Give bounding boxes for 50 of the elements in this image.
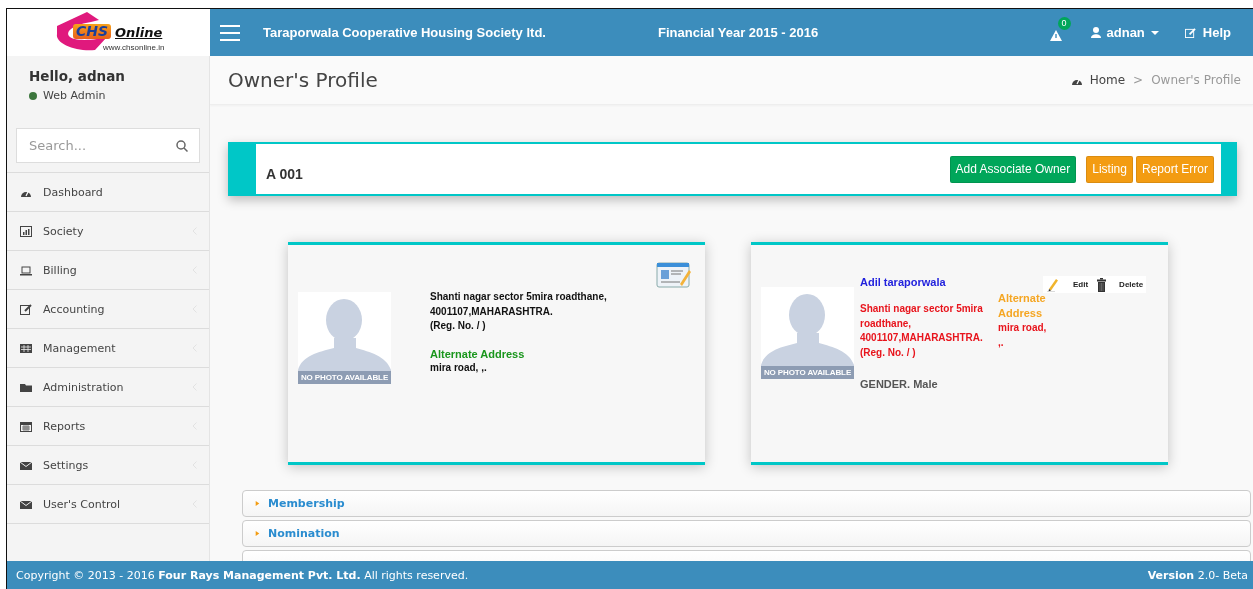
- caret-icon: [1150, 30, 1159, 35]
- alert-count: 0: [1057, 16, 1071, 30]
- chart-icon: [20, 225, 32, 237]
- associate-name: Adil taraporwala: [860, 276, 947, 288]
- associate-address: Shanti nagar sector 5mira roadthane, 4001107,MAHARASHTRA.: [860, 302, 984, 345]
- search-field[interactable]: Search...: [16, 128, 200, 163]
- society-name: Taraporwala Cooperative Housing Society ltd.: [263, 25, 547, 40]
- gender-label: GENDER. Male: [860, 378, 939, 390]
- help-link[interactable]: Help: [1184, 25, 1231, 40]
- breadcrumb-current: Owner's Profile: [1151, 73, 1241, 87]
- pencil-icon: [1047, 277, 1059, 292]
- sidebar-item[interactable]: User's Control: [7, 484, 209, 524]
- alternate-address-title: Alternate Address: [430, 347, 526, 360]
- envelope-icon: [20, 498, 32, 510]
- envelope-icon: [20, 459, 32, 471]
- alternate-address: mira road, ,.: [430, 360, 488, 375]
- laptop-icon: [20, 264, 32, 276]
- registration-number: (Reg. No. / ): [860, 345, 917, 360]
- financial-year: Financial Year 2015 - 2016: [658, 25, 819, 40]
- trash-icon: [1097, 277, 1107, 292]
- search-icon: [176, 140, 188, 152]
- unit-name: A 001: [266, 165, 304, 182]
- version-text: Version 2.0- Beta: [1147, 568, 1248, 582]
- home-link[interactable]: Home: [1070, 73, 1126, 87]
- calendar-icon: [20, 420, 32, 432]
- user-menu[interactable]: adnan: [1090, 25, 1159, 40]
- breadcrumb-separator: >: [1133, 73, 1144, 87]
- folder-icon: [20, 381, 32, 393]
- registration-number: (Reg. No. / ): [430, 319, 487, 333]
- user-icon: [1090, 27, 1101, 38]
- logo-name: Online: [115, 25, 163, 40]
- accordion-header[interactable]: Nomination: [242, 520, 1251, 547]
- logo-mark: CHS: [73, 24, 112, 39]
- greeting: Hello, adnan: [29, 68, 126, 84]
- table-icon: [20, 342, 32, 354]
- copyright-text: Copyright © 2013 - 2016 Four Rays Management Pvt. Ltd. All rights reserved.: [16, 568, 469, 582]
- menu-icon[interactable]: [220, 24, 240, 41]
- edit-icon: [1184, 27, 1196, 38]
- user-role: Web Admin: [43, 89, 106, 102]
- alternate-address-title: Alternate Address: [998, 291, 1047, 321]
- photo-caption: NO PHOTO AVAILABLE: [298, 371, 391, 384]
- edit-icon: [20, 303, 32, 315]
- contact-card-icon: [656, 260, 692, 290]
- accordion-header[interactable]: Membership: [242, 490, 1251, 517]
- owner-address: Shanti nagar sector 5mira roadthane, 4001107,MAHARASHTRA.: [430, 290, 608, 319]
- photo-caption: NO PHOTO AVAILABLE: [761, 366, 854, 379]
- warning-icon: [1049, 29, 1062, 41]
- page-title: Owner's Profile: [228, 68, 379, 92]
- logo-url: www.chsonline.in: [103, 43, 165, 52]
- alternate-address: mira road, ,.: [998, 321, 1048, 350]
